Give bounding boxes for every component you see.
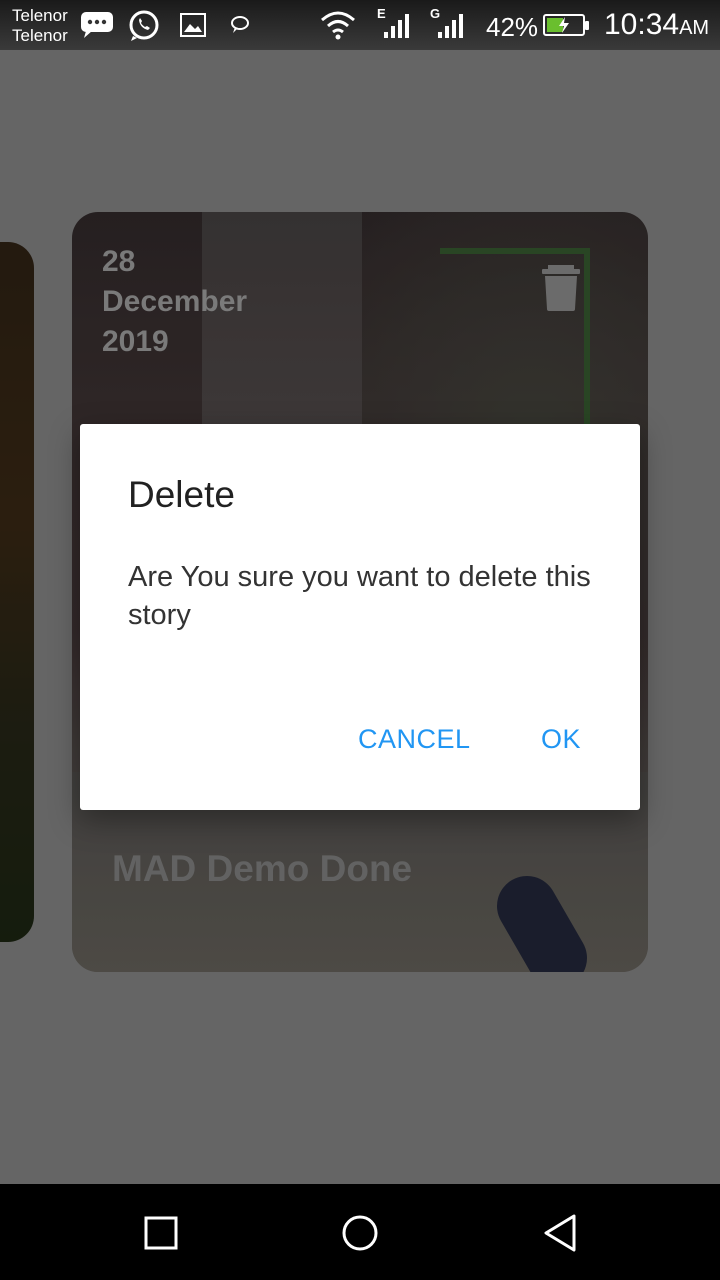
chat-bubble-icon [81, 12, 113, 38]
recents-button[interactable] [126, 1198, 196, 1268]
whatsapp-icon [129, 10, 159, 41]
carrier-labels: Telenor Telenor [12, 6, 68, 46]
status-bar: Telenor Telenor E G 42% 10:34AM [0, 0, 720, 50]
clock-time: 10:34 [604, 8, 680, 41]
circle-icon [342, 1215, 378, 1251]
clock: 10:34AM [604, 8, 709, 42]
image-icon [180, 13, 206, 37]
signal-strength-icon-2 [438, 14, 463, 38]
charging-bolt-icon [559, 17, 569, 33]
navigation-bar [0, 1184, 720, 1280]
delete-dialog: Delete Are You sure you want to delete t… [80, 424, 640, 810]
dialog-title: Delete [128, 474, 235, 515]
square-icon [144, 1216, 178, 1250]
clock-suffix: AM [679, 17, 710, 39]
home-button[interactable] [325, 1198, 395, 1268]
cancel-button[interactable]: CANCEL [358, 724, 471, 755]
back-button[interactable] [525, 1198, 595, 1268]
ok-button[interactable]: OK [541, 724, 581, 755]
signal-strength-icon-1 [384, 14, 409, 38]
dialog-message: Are You sure you want to delete this sto… [128, 561, 591, 631]
carrier-2: Telenor [12, 26, 68, 45]
wifi-icon [321, 11, 355, 40]
battery-icon [543, 14, 589, 36]
message-icon [231, 16, 249, 33]
carrier-1: Telenor [12, 6, 68, 25]
triangle-back-icon [544, 1214, 576, 1252]
battery-percentage: 42% [486, 12, 539, 42]
